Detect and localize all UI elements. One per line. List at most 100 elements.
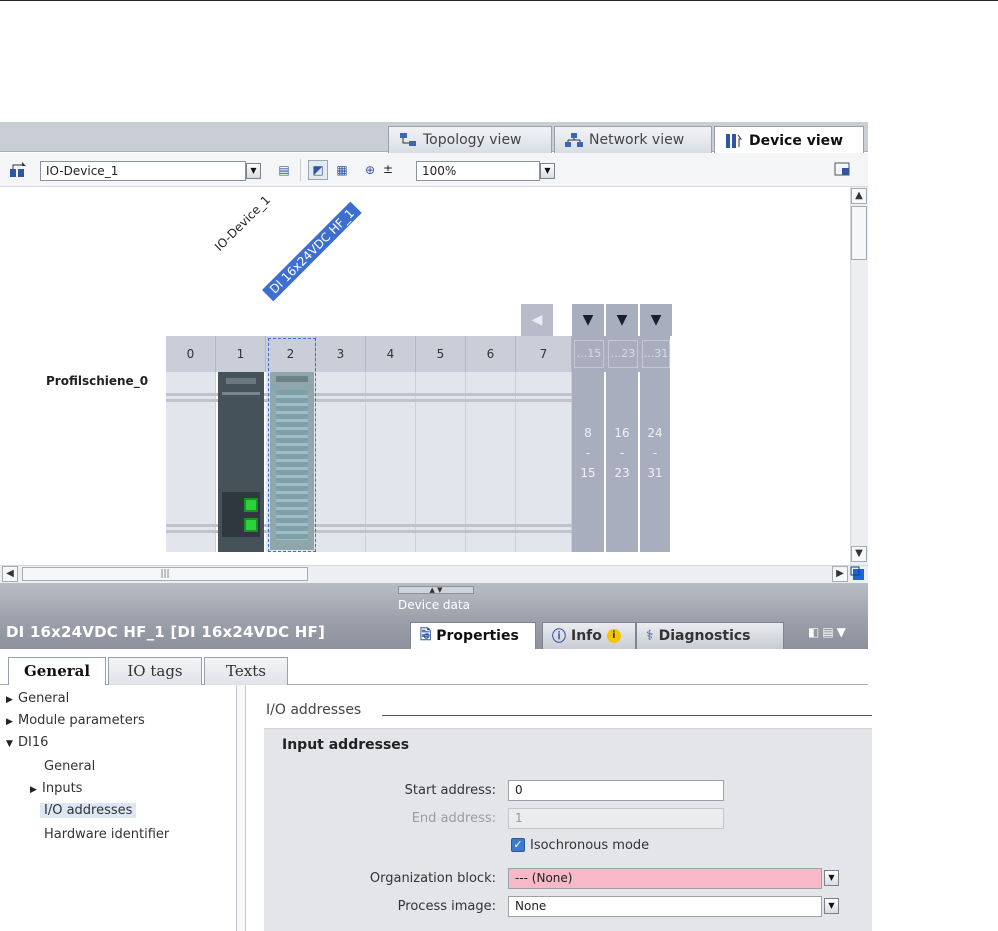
organization-block-label: Organization block:: [369, 871, 496, 886]
tab-io-tags[interactable]: IO tags: [108, 657, 202, 685]
show-module-labels-icon[interactable]: ◩: [308, 160, 328, 180]
expansion-to: 15: [580, 466, 596, 480]
process-image-dropdown[interactable]: ▼: [824, 898, 839, 914]
tree-item-label: Inputs: [42, 781, 83, 796]
tab-texts[interactable]: Texts: [204, 657, 288, 685]
tab-info-label: Info: [571, 628, 602, 644]
tab-info[interactable]: ⓘ Info i: [542, 622, 636, 649]
scroll-left-button-icon[interactable]: ◀: [2, 566, 18, 582]
expansion-slots-24-31[interactable]: 24 - 31: [640, 372, 670, 552]
properties-tree: ▶ General ▶ Module parameters ▼ DI16 Genera…: [0, 685, 250, 931]
overview-navigation-icon[interactable]: [850, 566, 866, 582]
rack-view-icon[interactable]: ▤: [274, 160, 294, 180]
scroll-up-icon[interactable]: ▲: [851, 188, 867, 204]
scroll-left-icon[interactable]: ◀: [521, 304, 553, 336]
tab-topology-label: Topology view: [423, 132, 522, 148]
expand-icon[interactable]: ▶: [6, 695, 18, 705]
slot-number-1[interactable]: 1: [216, 336, 266, 372]
slot-number-4[interactable]: 4: [366, 336, 416, 372]
expansion-sep: -: [585, 446, 591, 460]
zoom-dropdown[interactable]: ▼: [540, 163, 555, 179]
organization-block-select[interactable]: --- (None): [508, 868, 822, 889]
scroll-right-button-icon[interactable]: ▶: [832, 566, 848, 582]
tree-item-hardware-identifier[interactable]: Hardware identifier: [44, 827, 169, 842]
tree-item-module-parameters[interactable]: ▶ Module parameters: [6, 713, 145, 728]
expansion-from: 16: [614, 426, 630, 440]
rack: 0 1 2 3 4 5 6 7 ◀ ▼ ▼ ▼ ...15 ...23 ...3…: [166, 304, 672, 552]
properties-title: DI 16x24VDC HF_1 [DI 16x24VDC HF]: [6, 623, 326, 641]
expansion-slots-16-23[interactable]: 16 - 23: [606, 372, 638, 552]
rail-label: Profilschiene_0: [46, 374, 149, 388]
slot-number-0[interactable]: 0: [166, 336, 216, 372]
info-tab-icon: ⓘ: [552, 629, 566, 645]
expansion-header-15[interactable]: ...15: [574, 340, 604, 368]
di-module[interactable]: [270, 372, 314, 550]
ethernet-port-1[interactable]: [244, 498, 258, 512]
canvas-vertical-scrollbar[interactable]: ▲ ▼: [850, 187, 868, 565]
collapse-icon[interactable]: ▼: [6, 739, 18, 749]
toolbar-separator: [300, 159, 301, 181]
expansion-to: 23: [614, 466, 630, 480]
tree-item-inputs[interactable]: ▶ Inputs: [30, 781, 82, 796]
expansion-sep: -: [619, 446, 625, 460]
process-image-label: Process image:: [397, 899, 496, 914]
top-border: [0, 0, 998, 1]
device-overview-icon[interactable]: [8, 160, 30, 180]
properties-icon: 🗟: [420, 627, 432, 643]
expand-icon[interactable]: ▶: [6, 717, 18, 727]
horizontal-scroll-thumb[interactable]: |||: [22, 567, 308, 581]
tree-item-di16[interactable]: ▼ DI16: [6, 735, 48, 750]
organization-block-dropdown[interactable]: ▼: [824, 870, 839, 886]
device-select[interactable]: IO-Device_1: [40, 161, 246, 181]
tab-device-view[interactable]: Device view: [714, 126, 864, 154]
window-controls-icon[interactable]: ◧▤▼: [808, 625, 849, 639]
expand-icon[interactable]: ▶: [30, 785, 42, 795]
tree-splitter[interactable]: [236, 685, 246, 931]
scroll-down-icon[interactable]: ▼: [851, 546, 867, 562]
device-select-dropdown[interactable]: ▼: [246, 163, 261, 179]
device-data-bar[interactable]: ▲ ▼ Device data: [0, 583, 868, 615]
tree-item-label: General: [44, 759, 96, 774]
slot-number-3[interactable]: 3: [316, 336, 366, 372]
expansion-header-31[interactable]: ...31: [642, 340, 670, 368]
end-address-label: End address:: [411, 811, 496, 826]
interface-module[interactable]: [218, 372, 264, 552]
isochronous-checkbox[interactable]: ✓: [511, 838, 525, 852]
di-module-terminals: [276, 390, 308, 540]
tree-item-di16-general[interactable]: General: [44, 759, 95, 774]
tree-item-general[interactable]: ▶ General: [6, 691, 69, 706]
zoom-select[interactable]: 100%: [416, 161, 540, 181]
tab-properties-label: Properties: [436, 628, 519, 644]
expand-slots-23-icon[interactable]: ▼: [606, 304, 638, 336]
zoom-stepper-icon[interactable]: ±: [383, 162, 393, 176]
section-title: I/O addresses: [266, 702, 362, 718]
tab-general[interactable]: General: [8, 657, 106, 686]
panel-toggle-icon[interactable]: [833, 160, 853, 180]
tab-diagnostics[interactable]: ⚕ Diagnostics: [636, 622, 784, 649]
start-address-input[interactable]: 0: [508, 780, 724, 801]
zoom-icon[interactable]: ⊕: [360, 160, 380, 180]
tree-item-label: General: [18, 691, 70, 706]
diagnostics-icon: ⚕: [646, 628, 654, 644]
process-image-select[interactable]: None: [508, 896, 822, 917]
expand-slots-15-icon[interactable]: ▼: [572, 304, 604, 336]
grid-icon[interactable]: ▦: [332, 160, 352, 180]
canvas-horizontal-scrollbar[interactable]: ◀ ||| ▶: [0, 565, 868, 583]
splitter-handle-icon[interactable]: ▲ ▼: [398, 586, 474, 594]
expand-slots-31-icon[interactable]: ▼: [640, 304, 672, 336]
slot-number-6[interactable]: 6: [466, 336, 516, 372]
slot-number-5[interactable]: 5: [416, 336, 466, 372]
tab-device-label: Device view: [749, 132, 844, 149]
tab-properties[interactable]: 🗟 Properties: [410, 622, 536, 649]
tree-item-io-addresses[interactable]: I/O addresses: [40, 803, 137, 818]
tab-topology-view[interactable]: Topology view: [388, 126, 552, 153]
ethernet-port-2[interactable]: [244, 518, 258, 532]
slot-number-7[interactable]: 7: [516, 336, 572, 372]
tab-network-view[interactable]: Network view: [554, 126, 712, 153]
vertical-scroll-thumb[interactable]: [851, 206, 867, 260]
expansion-slots-8-15[interactable]: 8 - 15: [572, 372, 604, 552]
expansion-header-23[interactable]: ...23: [608, 340, 638, 368]
expansion-from: 24: [647, 426, 663, 440]
module-led-strip: [226, 378, 256, 384]
network-icon: [565, 133, 583, 147]
